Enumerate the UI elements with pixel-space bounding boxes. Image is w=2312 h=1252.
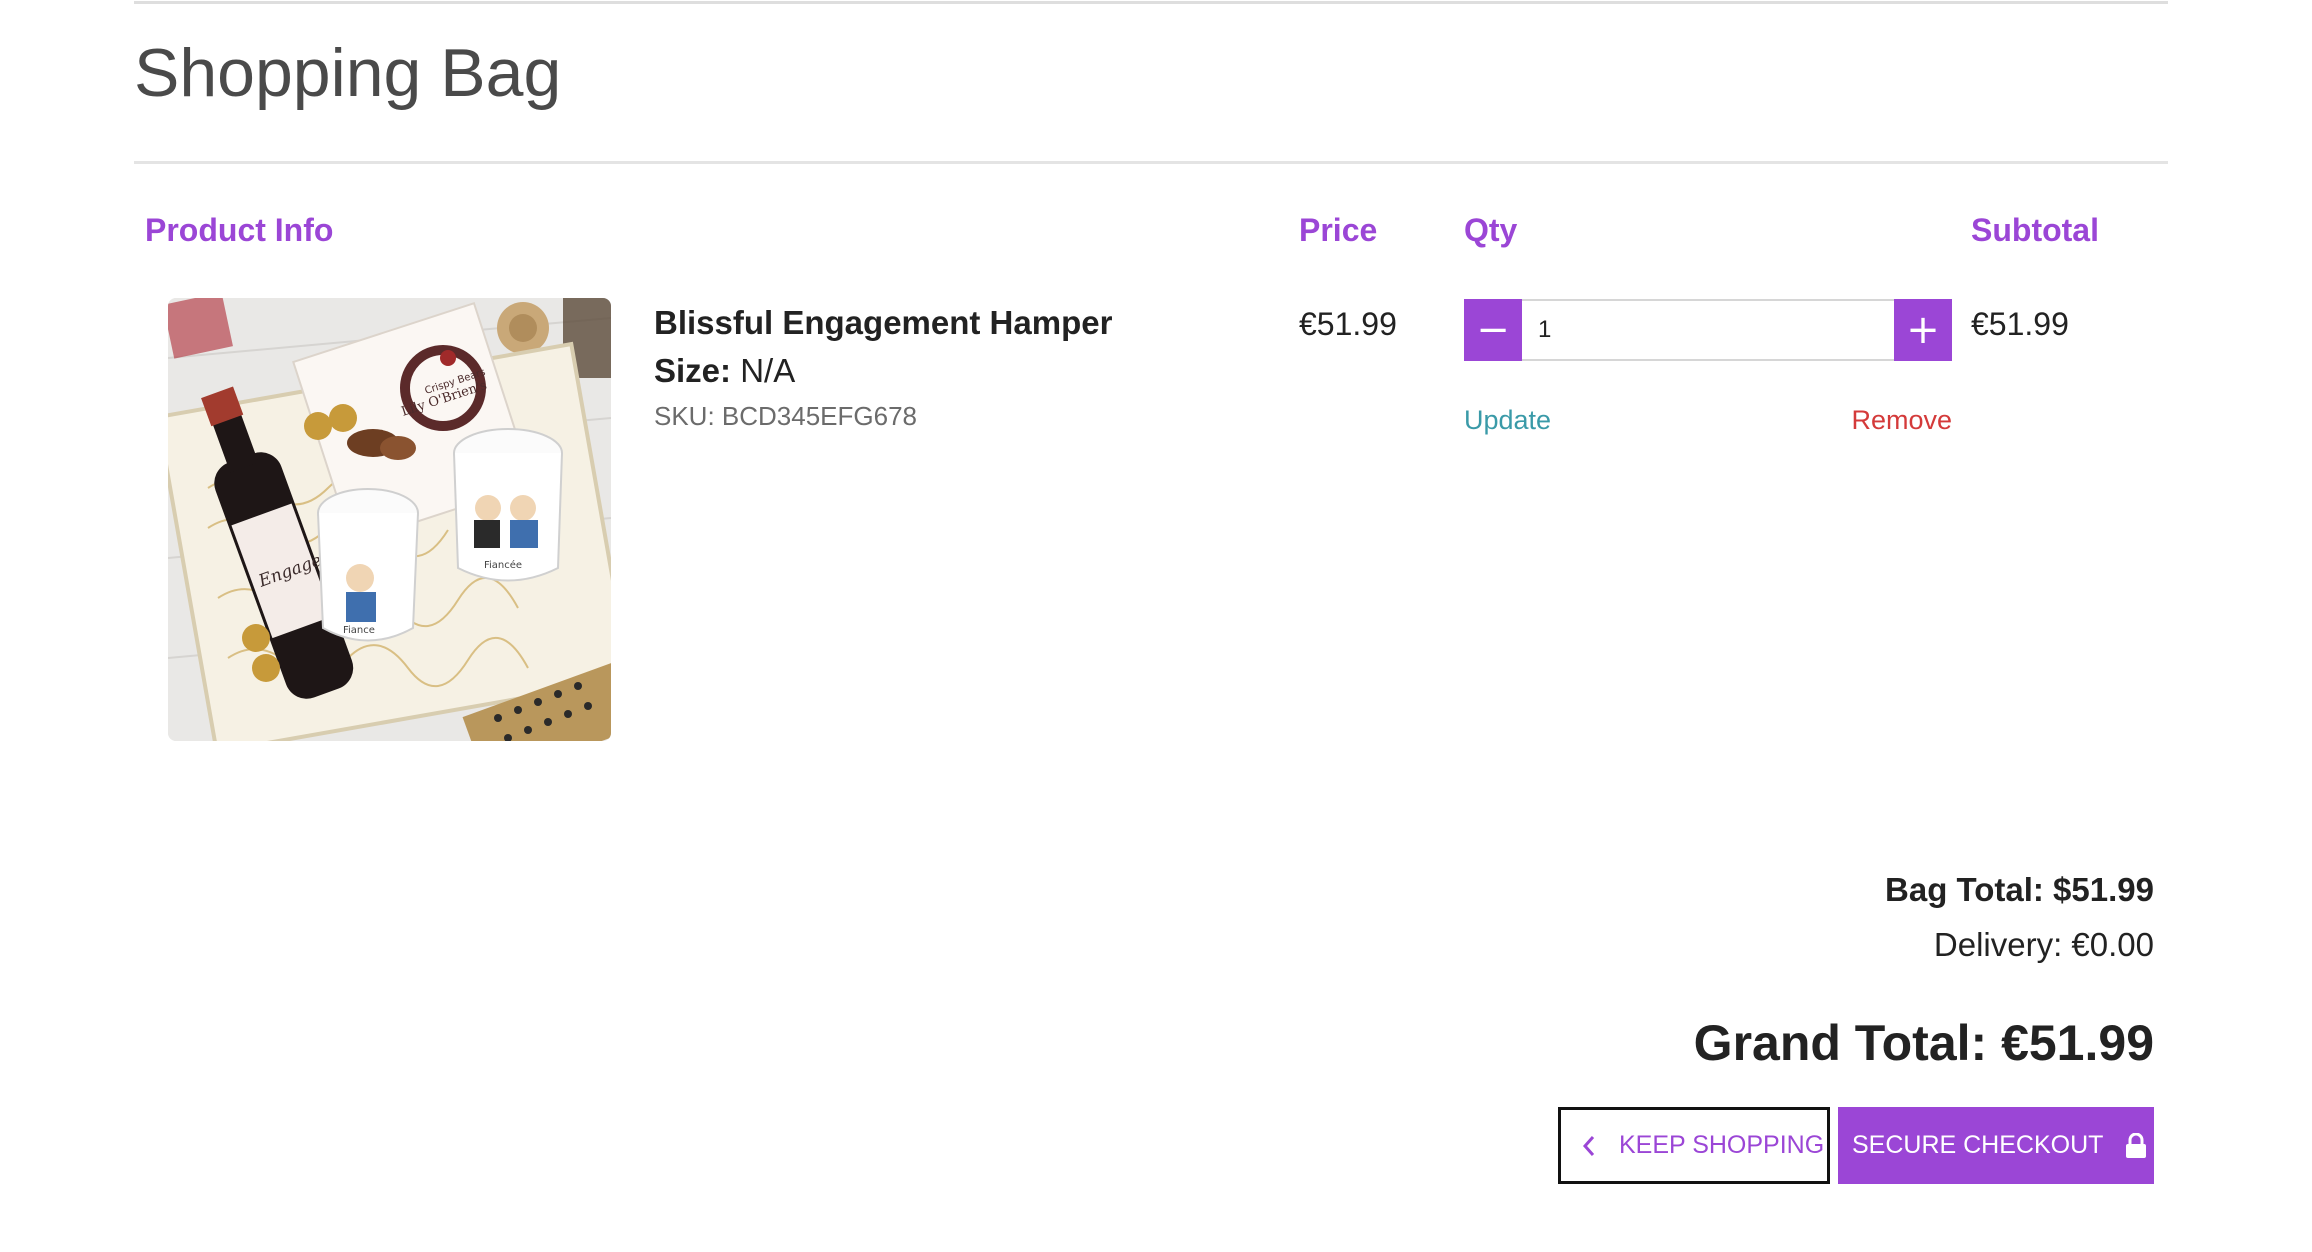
update-link[interactable]: Update	[1464, 400, 1551, 440]
mug-1-label: Fiance	[343, 625, 375, 636]
lock-icon	[2126, 1132, 2147, 1158]
product-name[interactable]: Blissful Engagement Hamper	[654, 300, 1112, 346]
product-image[interactable]: Lily O'Brien's Crispy Bears Engaged Fian…	[168, 298, 611, 741]
product-sku: SKU: BCD345EFG678	[654, 401, 918, 431]
bag-total: Bag Total: $51.99	[1885, 871, 2154, 908]
title-divider	[134, 161, 2168, 164]
product-size-value: N/A	[740, 352, 796, 389]
product-price: €51.99	[1299, 306, 1397, 342]
increment-quantity-button[interactable]: +	[1894, 299, 1952, 361]
column-header-qty: Qty	[1464, 212, 1518, 248]
quantity-stepper: − +	[1464, 299, 1952, 361]
minus-icon: −	[1476, 307, 1510, 353]
item-subtotal: €51.99	[1971, 306, 2069, 342]
column-header-product-info: Product Info	[145, 212, 334, 248]
top-divider	[134, 1, 2168, 4]
delivery-cost: Delivery: €0.00	[1933, 926, 2154, 963]
secure-checkout-label: SECURE CHECKOUT	[1852, 1131, 2104, 1159]
keep-shopping-label: KEEP SHOPPING	[1619, 1131, 1825, 1159]
decrement-quantity-button[interactable]: −	[1464, 299, 1522, 361]
column-header-price: Price	[1299, 212, 1378, 248]
shopping-bag-page: Shopping Bag Product Info Price Qty Subt…	[0, 0, 2312, 1252]
gift-hamper-photo: Lily O'Brien's Crispy Bears Engaged Fian…	[168, 298, 611, 741]
quantity-input[interactable]	[1522, 299, 1894, 361]
column-header-subtotal: Subtotal	[1971, 212, 2099, 248]
mug-2-label: Fiancée	[484, 559, 522, 571]
product-size-label: Size:	[654, 352, 732, 389]
page-title: Shopping Bag	[134, 35, 562, 111]
chevron-left-icon	[1582, 1135, 1595, 1156]
plus-icon: +	[1906, 307, 1940, 353]
secure-checkout-button[interactable]: SECURE CHECKOUT	[1838, 1107, 2154, 1184]
grand-total: Grand Total: €51.99	[1693, 1015, 2154, 1071]
remove-link[interactable]: Remove	[1800, 400, 1952, 440]
product-size: Size: N/A	[654, 348, 795, 394]
keep-shopping-button[interactable]: KEEP SHOPPING	[1558, 1107, 1830, 1184]
